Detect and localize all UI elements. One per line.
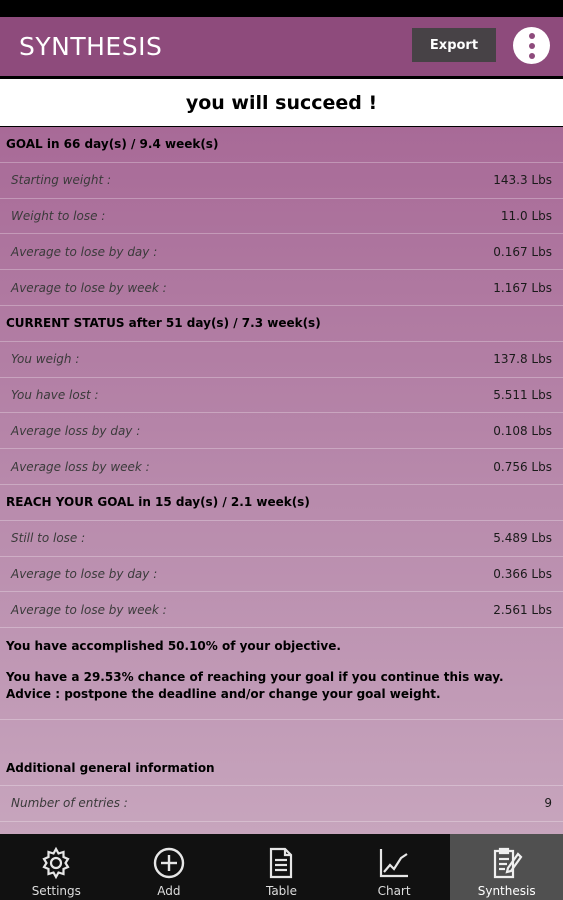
row-label: Still to lose : [11, 531, 86, 546]
row-label: Weight to lose : [11, 208, 106, 223]
list-item: Still to lose : 5.489 Lbs [0, 521, 563, 557]
list-item: Average to lose by day : 0.366 Lbs [0, 557, 563, 593]
row-label: Average to lose by week : [11, 280, 167, 295]
row-value: 9 [544, 796, 552, 811]
gear-icon [42, 846, 70, 880]
bottom-tab-bar: Settings Add Table Chart Synthesis [0, 834, 563, 900]
list-item: Number of entries : 9 [0, 786, 563, 822]
row-label: Starting weight : [11, 173, 112, 188]
list-item: Weight to lose : 11.0 Lbs [0, 199, 563, 235]
plus-circle-icon [153, 847, 185, 879]
list-item: Starting weight : 143.3 Lbs [0, 163, 563, 199]
list-item: Average loss by day : 0.108 Lbs [0, 413, 563, 450]
row-label: Average to lose by week : [11, 602, 167, 617]
row-value: 0.756 Lbs [493, 459, 552, 474]
tab-add[interactable]: Add [113, 834, 226, 900]
status-bar [0, 0, 563, 17]
row-value: 137.8 Lbs [493, 352, 552, 367]
accomplished-text: You have accomplished 50.10% of your obj… [6, 639, 341, 654]
current-status-heading: CURRENT STATUS after 51 day(s) / 7.3 wee… [0, 306, 563, 342]
row-label: Average loss by day : [11, 423, 141, 438]
row-label: Average loss by week : [11, 459, 150, 474]
row-label: Average to lose by day : [11, 566, 158, 581]
tab-label: Table [265, 884, 297, 898]
row-value: 1.167 Lbs [493, 280, 552, 295]
list-item: Average loss by week : 0.756 Lbs [0, 449, 563, 485]
list-item: Average to lose by day : 0.167 Lbs [0, 234, 563, 271]
row-label: Average to lose by day : [11, 244, 158, 259]
export-button[interactable]: Export [412, 28, 496, 62]
app-bar: SYNTHESIS Export [0, 17, 563, 76]
row-value: 11.0 Lbs [500, 208, 552, 223]
list-item: Average to lose by week : 2.561 Lbs [0, 592, 563, 629]
row-value: 5.511 Lbs [493, 387, 552, 402]
tab-table[interactable]: Table [225, 834, 338, 900]
row-value: 143.3 Lbs [493, 173, 552, 188]
synthesis-content[interactable]: GOAL in 66 day(s) / 9.4 week(s) Starting… [0, 127, 563, 834]
list-item: You have lost : 5.511 Lbs [0, 378, 563, 414]
tab-label: Chart [377, 884, 411, 898]
reach-goal-heading: REACH YOUR GOAL in 15 day(s) / 2.1 week(… [0, 485, 563, 521]
goal-heading: GOAL in 66 day(s) / 9.4 week(s) [0, 127, 563, 163]
list-item: Average to lose by week : 1.167 Lbs [0, 270, 563, 306]
list-item: You weigh : 137.8 Lbs [0, 342, 563, 378]
page-title: SYNTHESIS [19, 32, 163, 61]
document-icon [270, 847, 293, 879]
advice-text: Advice : postpone the deadline and/or ch… [6, 687, 441, 702]
tab-label: Synthesis [477, 884, 536, 898]
chance-text: You have a 29.53% chance of reaching you… [6, 670, 504, 685]
tab-label: Add [157, 884, 181, 898]
overflow-menu-icon[interactable] [513, 27, 550, 64]
row-label: Number of entries : [11, 796, 128, 811]
row-label: You weigh : [11, 352, 80, 367]
row-label: You have lost : [11, 387, 99, 402]
tab-chart[interactable]: Chart [338, 834, 451, 900]
row-value: 0.366 Lbs [493, 566, 552, 581]
motivation-banner: you will succeed ! [0, 79, 563, 126]
chart-icon [379, 849, 409, 878]
clipboard-pencil-icon [493, 847, 523, 879]
tab-synthesis[interactable]: Synthesis [450, 834, 563, 900]
row-value: 0.108 Lbs [493, 423, 552, 438]
tab-label: Settings [31, 884, 81, 898]
row-value: 2.561 Lbs [493, 602, 552, 617]
row-value: 0.167 Lbs [493, 244, 552, 259]
advice-paragraph: You have a 29.53% chance of reaching you… [0, 663, 563, 721]
row-value: 5.489 Lbs [493, 531, 552, 546]
additional-info-heading: Additional general information [0, 750, 563, 786]
tab-settings[interactable]: Settings [0, 834, 113, 900]
